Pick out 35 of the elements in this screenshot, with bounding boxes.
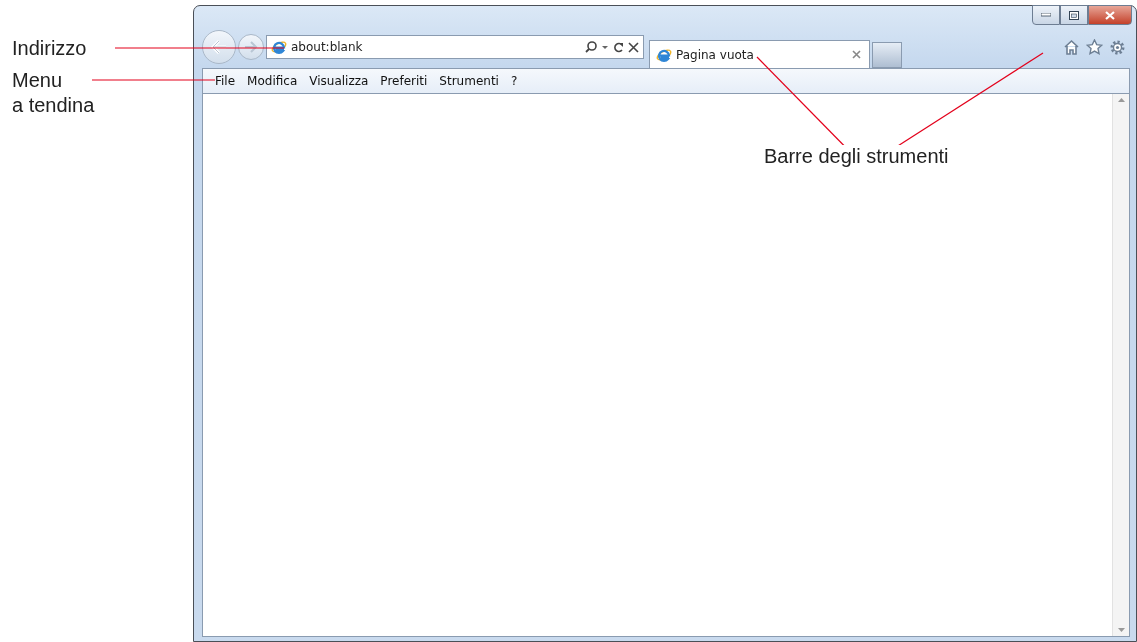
callout-label: Indirizzo xyxy=(12,36,87,61)
callout-label: Barre degli strumenti xyxy=(764,145,949,168)
menu-item[interactable]: File xyxy=(211,72,242,90)
close-button[interactable] xyxy=(1088,5,1132,25)
close-icon[interactable] xyxy=(852,50,861,59)
callout-label: Menu a tendina xyxy=(12,68,95,118)
new-tab-button[interactable] xyxy=(872,42,902,68)
menu-item[interactable]: Visualizza xyxy=(305,72,375,90)
search-icon xyxy=(585,41,609,53)
browser-logo-icon xyxy=(271,39,287,55)
scroll-down-icon[interactable] xyxy=(1117,628,1125,632)
address-field[interactable]: about:blank xyxy=(291,40,581,54)
menu-item[interactable]: Modifica xyxy=(243,72,304,90)
browser-tab[interactable]: Pagina vuota xyxy=(649,40,870,68)
menu-item[interactable]: Preferiti xyxy=(376,72,434,90)
gear-icon[interactable] xyxy=(1109,38,1126,56)
close-icon xyxy=(1105,10,1115,20)
scrollbar[interactable] xyxy=(1112,94,1129,636)
maximize-button[interactable] xyxy=(1060,5,1088,25)
home-icon[interactable] xyxy=(1063,38,1080,55)
minimize-button[interactable] xyxy=(1032,5,1060,25)
back-button[interactable] xyxy=(202,30,236,64)
star-icon[interactable] xyxy=(1086,38,1103,55)
menu-item[interactable]: ? xyxy=(506,72,524,90)
arrow-left-icon xyxy=(210,39,228,55)
stop-icon xyxy=(628,41,639,53)
minimize-icon xyxy=(1041,13,1051,17)
forward-button[interactable] xyxy=(238,34,264,60)
arrow-right-icon xyxy=(244,41,258,53)
scroll-up-icon[interactable] xyxy=(1117,98,1125,102)
refresh-icon xyxy=(613,41,624,53)
maximize-icon xyxy=(1069,10,1079,20)
browser-logo-icon xyxy=(656,46,672,63)
address-bar[interactable]: about:blank xyxy=(266,35,644,59)
menu-item[interactable]: Strumenti xyxy=(435,72,505,90)
